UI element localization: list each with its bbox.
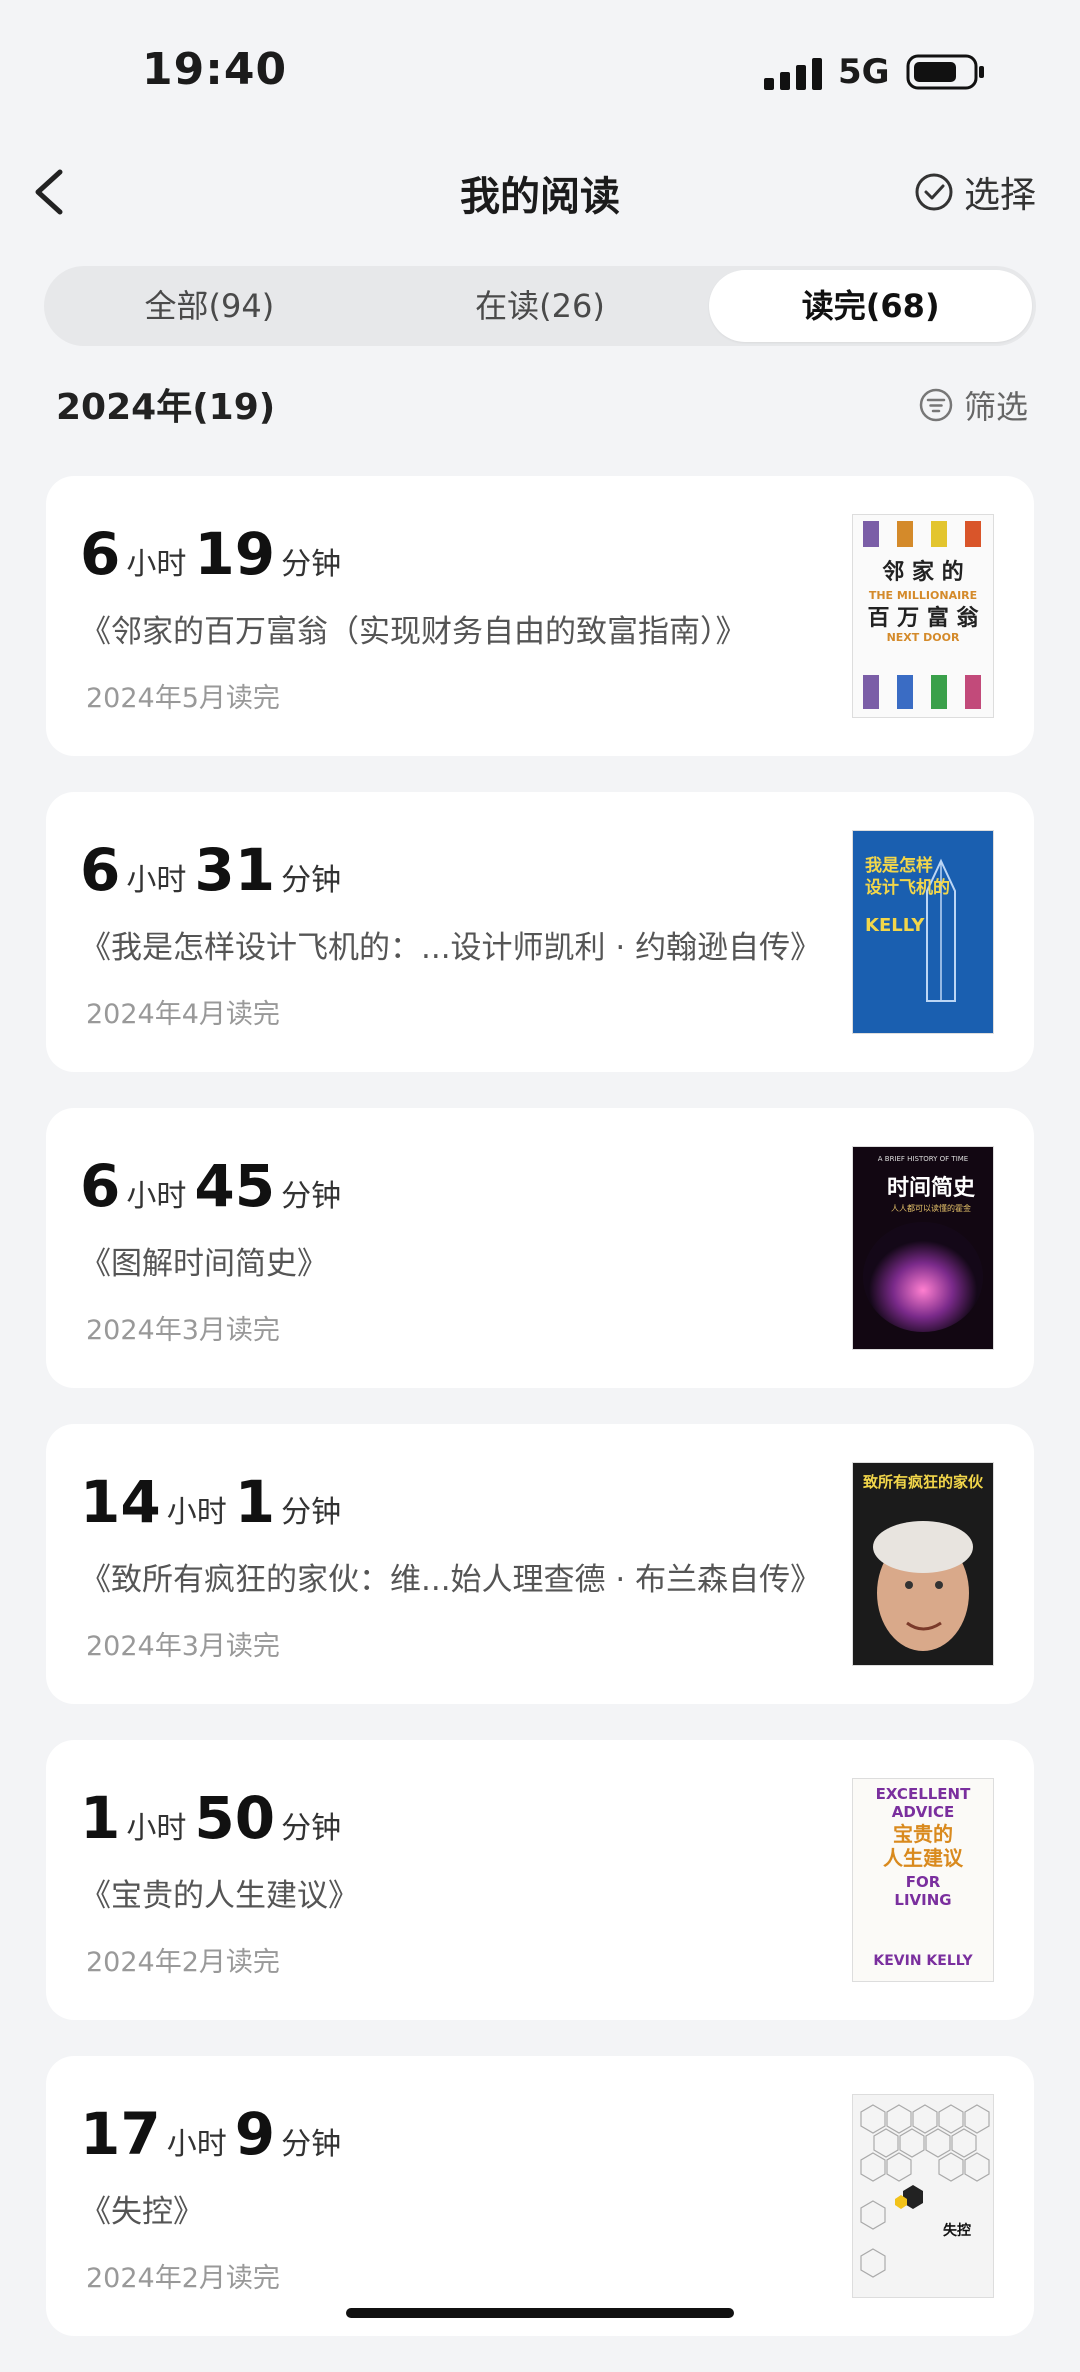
reading-duration: 6 小时 45 分钟 <box>80 1152 349 1220</box>
book-cover-image: 致所有疯狂的家伙 <box>852 1462 994 1666</box>
reading-duration: 14 小时 1 分钟 <box>80 1468 349 1536</box>
svg-text:LIVING: LIVING <box>894 1891 951 1909</box>
book-title: 《我是怎样设计飞机的：...设计师凯利 · 约翰逊自传》 <box>80 930 822 966</box>
finished-date: 2024年3月读完 <box>86 1631 280 1662</box>
book-card[interactable]: 6 小时 19 分钟 《邻家的百万富翁（实现财务自由的致富指南）》 2024年5… <box>46 476 1034 756</box>
book-cover-image: A BRIEF HISTORY OF TIME 时间简史 人人都可以读懂的霍金 <box>852 1146 994 1350</box>
book-cover-image: 邻 家 的 THE MILLIONAIRE 百 万 富 翁 NEXT DOOR <box>852 514 994 718</box>
duration-minutes: 1 <box>234 1468 276 1536</box>
svg-text:KELLY: KELLY <box>865 915 925 936</box>
minutes-unit: 分钟 <box>281 1495 342 1530</box>
tab-all[interactable]: 全部(94) <box>48 270 371 342</box>
duration-minutes: 19 <box>194 520 276 588</box>
book-list: 6 小时 19 分钟 《邻家的百万富翁（实现财务自由的致富指南）》 2024年5… <box>46 476 1034 2372</box>
svg-text:百 万 富 翁: 百 万 富 翁 <box>868 605 980 631</box>
status-bar: 19:40 5G <box>0 0 1080 140</box>
reading-duration: 17 小时 9 分钟 <box>80 2100 349 2168</box>
svg-text:邻 家 的: 邻 家 的 <box>882 559 963 585</box>
book-card[interactable]: 1 小时 50 分钟 《宝贵的人生建议》 2024年2月读完 EXCELLENT… <box>46 1740 1034 2020</box>
filter-button[interactable]: 筛选 <box>918 382 1028 428</box>
book-title: 《图解时间简史》 <box>80 1246 328 1282</box>
svg-text:我是怎样: 我是怎样 <box>865 855 933 876</box>
svg-text:致所有疯狂的家伙: 致所有疯狂的家伙 <box>863 1473 984 1491</box>
reading-status-tabs: 全部(94) 在读(26) 读完(68) <box>44 266 1036 346</box>
svg-text:时间简史: 时间简史 <box>887 1175 976 1201</box>
check-circle-icon <box>915 173 953 211</box>
book-cover-image: EXCELLENT ADVICE 宝贵的 人生建议 FOR LIVING KEV… <box>852 1778 994 1982</box>
hours-unit: 小时 <box>166 2127 227 2162</box>
book-title: 《失控》 <box>80 2194 204 2230</box>
svg-text:FOR: FOR <box>906 1873 941 1891</box>
hours-unit: 小时 <box>166 1495 227 1530</box>
nav-header: 我的阅读 选择 <box>0 150 1080 234</box>
hours-unit: 小时 <box>126 1811 187 1846</box>
reading-duration: 6 小时 19 分钟 <box>80 520 349 588</box>
svg-text:人生建议: 人生建议 <box>883 1846 964 1870</box>
svg-text:A BRIEF HISTORY OF TIME: A BRIEF HISTORY OF TIME <box>878 1155 968 1163</box>
book-card[interactable]: 14 小时 1 分钟 《致所有疯狂的家伙：维...始人理查德 · 布兰森自传》 … <box>46 1424 1034 1704</box>
book-title: 《邻家的百万富翁（实现财务自由的致富指南）》 <box>80 614 747 650</box>
finished-date: 2024年2月读完 <box>86 2263 280 2294</box>
duration-hours: 17 <box>80 2100 161 2168</box>
signal-icon <box>764 58 822 90</box>
filter-label: 筛选 <box>963 388 1028 426</box>
finished-date: 2024年2月读完 <box>86 1947 280 1978</box>
hours-unit: 小时 <box>126 1179 187 1214</box>
book-cover-image: 我是怎样 设计飞机的 KELLY <box>852 830 994 1034</box>
svg-text:THE MILLIONAIRE: THE MILLIONAIRE <box>869 589 977 602</box>
svg-text:设计飞机的: 设计飞机的 <box>865 877 950 898</box>
select-button[interactable]: 选择 <box>914 166 1036 218</box>
svg-text:KEVIN KELLY: KEVIN KELLY <box>873 1953 973 1969</box>
reading-duration: 6 小时 31 分钟 <box>80 836 349 904</box>
duration-hours: 6 <box>80 1152 121 1220</box>
year-title: 2024年(19) <box>56 387 276 428</box>
svg-text:ADVICE: ADVICE <box>892 1803 955 1821</box>
status-time: 19:40 <box>142 44 288 95</box>
tab-finished[interactable]: 读完(68) <box>709 270 1033 342</box>
book-card[interactable]: 6 小时 45 分钟 《图解时间简史》 2024年3月读完 A BRIEF HI… <box>46 1108 1034 1388</box>
svg-text:NEXT DOOR: NEXT DOOR <box>887 631 960 644</box>
book-card[interactable]: 17 小时 9 分钟 《失控》 2024年2月读完 失控 <box>46 2056 1034 2336</box>
book-card[interactable]: 6 小时 31 分钟 《我是怎样设计飞机的：...设计师凯利 · 约翰逊自传》 … <box>46 792 1034 1072</box>
minutes-unit: 分钟 <box>281 863 342 898</box>
svg-text:失控: 失控 <box>943 2222 971 2239</box>
hours-unit: 小时 <box>126 547 187 582</box>
duration-hours: 14 <box>80 1468 161 1536</box>
battery-icon <box>906 54 984 90</box>
duration-hours: 6 <box>80 836 121 904</box>
hours-unit: 小时 <box>126 863 187 898</box>
minutes-unit: 分钟 <box>281 1811 342 1846</box>
finished-date: 2024年3月读完 <box>86 1315 280 1346</box>
minutes-unit: 分钟 <box>281 1179 342 1214</box>
book-title: 《致所有疯狂的家伙：维...始人理查德 · 布兰森自传》 <box>80 1562 822 1598</box>
svg-text:宝贵的: 宝贵的 <box>893 1822 953 1846</box>
minutes-unit: 分钟 <box>281 2127 342 2162</box>
duration-minutes: 50 <box>194 1784 276 1852</box>
book-title: 《宝贵的人生建议》 <box>80 1878 359 1914</box>
network-type: 5G <box>838 52 890 92</box>
duration-minutes: 31 <box>194 836 276 904</box>
filter-icon <box>919 388 953 422</box>
finished-date: 2024年5月读完 <box>86 683 280 714</box>
year-section-header: 2024年(19) 筛选 <box>56 378 1028 428</box>
duration-hours: 1 <box>80 1784 121 1852</box>
reading-duration: 1 小时 50 分钟 <box>80 1784 349 1852</box>
duration-minutes: 45 <box>194 1152 276 1220</box>
home-indicator <box>346 2308 734 2318</box>
select-label: 选择 <box>963 175 1036 216</box>
svg-text:人人都可以读懂的霍金: 人人都可以读懂的霍金 <box>891 1203 971 1213</box>
finished-date: 2024年4月读完 <box>86 999 280 1030</box>
book-cover-image: 失控 <box>852 2094 994 2298</box>
duration-minutes: 9 <box>234 2100 276 2168</box>
tab-reading[interactable]: 在读(26) <box>379 270 702 342</box>
minutes-unit: 分钟 <box>281 547 342 582</box>
duration-hours: 6 <box>80 520 121 588</box>
svg-text:EXCELLENT: EXCELLENT <box>876 1785 971 1803</box>
